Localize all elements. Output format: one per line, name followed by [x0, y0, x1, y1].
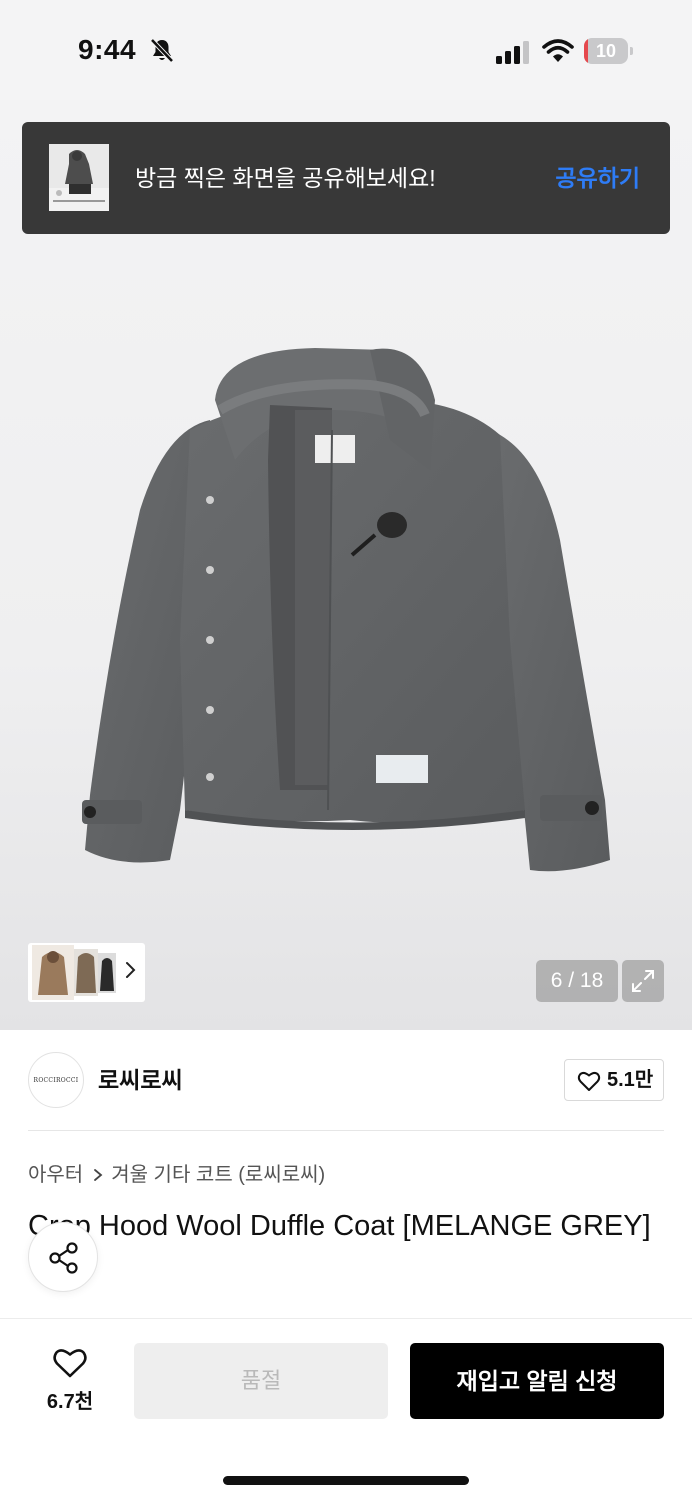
bottom-action-bar: 6.7천 품절 재입고 알림 신청: [0, 1318, 692, 1500]
wifi-icon: [542, 39, 574, 62]
share-button[interactable]: [28, 1222, 98, 1292]
share-banner-action-button[interactable]: 공유하기: [555, 122, 640, 234]
status-time: 9:44: [78, 34, 137, 65]
chevron-right-icon: [94, 1169, 103, 1181]
wishlist-count: 6.7천: [46, 1391, 94, 1413]
bell-slash-icon: [150, 38, 174, 63]
battery-level: 10: [595, 41, 617, 61]
screenshot-thumbnail[interactable]: [49, 144, 109, 211]
breadcrumb: 아우터 겨울 기타 코트 (로씨로씨): [28, 1160, 325, 1190]
chevron-right-icon: [126, 962, 136, 978]
product-title: Crop Hood Wool Duffle Coat [MELANGE GREY…: [28, 1210, 651, 1242]
expand-icon: [632, 970, 654, 992]
related-images-thumbnail: [32, 945, 116, 1000]
breadcrumb-subcategory[interactable]: 겨울 기타 코트 (로씨로씨): [111, 1164, 325, 1186]
related-images-strip[interactable]: [28, 943, 145, 1002]
heart-icon: [53, 1349, 87, 1378]
battery-indicator: 10: [584, 38, 634, 64]
brand-like-button[interactable]: 5.1만: [564, 1059, 664, 1101]
soldout-button: 품절: [134, 1343, 388, 1419]
expand-image-button[interactable]: [622, 960, 664, 1002]
home-indicator: [223, 1476, 469, 1485]
brand-like-count: 5.1만: [607, 1069, 654, 1091]
status-bar: 9:44 10: [0, 0, 692, 100]
image-page-counter: 6 / 18: [536, 960, 618, 1002]
heart-icon: [577, 1072, 601, 1091]
product-photo[interactable]: [70, 340, 620, 900]
restock-alert-button[interactable]: 재입고 알림 신청: [410, 1343, 664, 1419]
breadcrumb-category[interactable]: 아우터: [28, 1164, 83, 1186]
screenshot-share-banner: 방금 찍은 화면을 공유해보세요! 공유하기: [22, 122, 670, 234]
brand-row[interactable]: ROCCIROCCI 로씨로씨 5.1만: [28, 1052, 664, 1110]
share-icon: [49, 1242, 78, 1274]
brand-name[interactable]: 로씨로씨: [98, 1052, 183, 1108]
share-banner-message: 방금 찍은 화면을 공유해보세요!: [135, 165, 436, 191]
signal-icon: [496, 41, 529, 64]
divider: [28, 1130, 664, 1131]
wishlist-button[interactable]: 6.7천: [30, 1345, 110, 1425]
brand-logo[interactable]: ROCCIROCCI: [28, 1052, 84, 1108]
